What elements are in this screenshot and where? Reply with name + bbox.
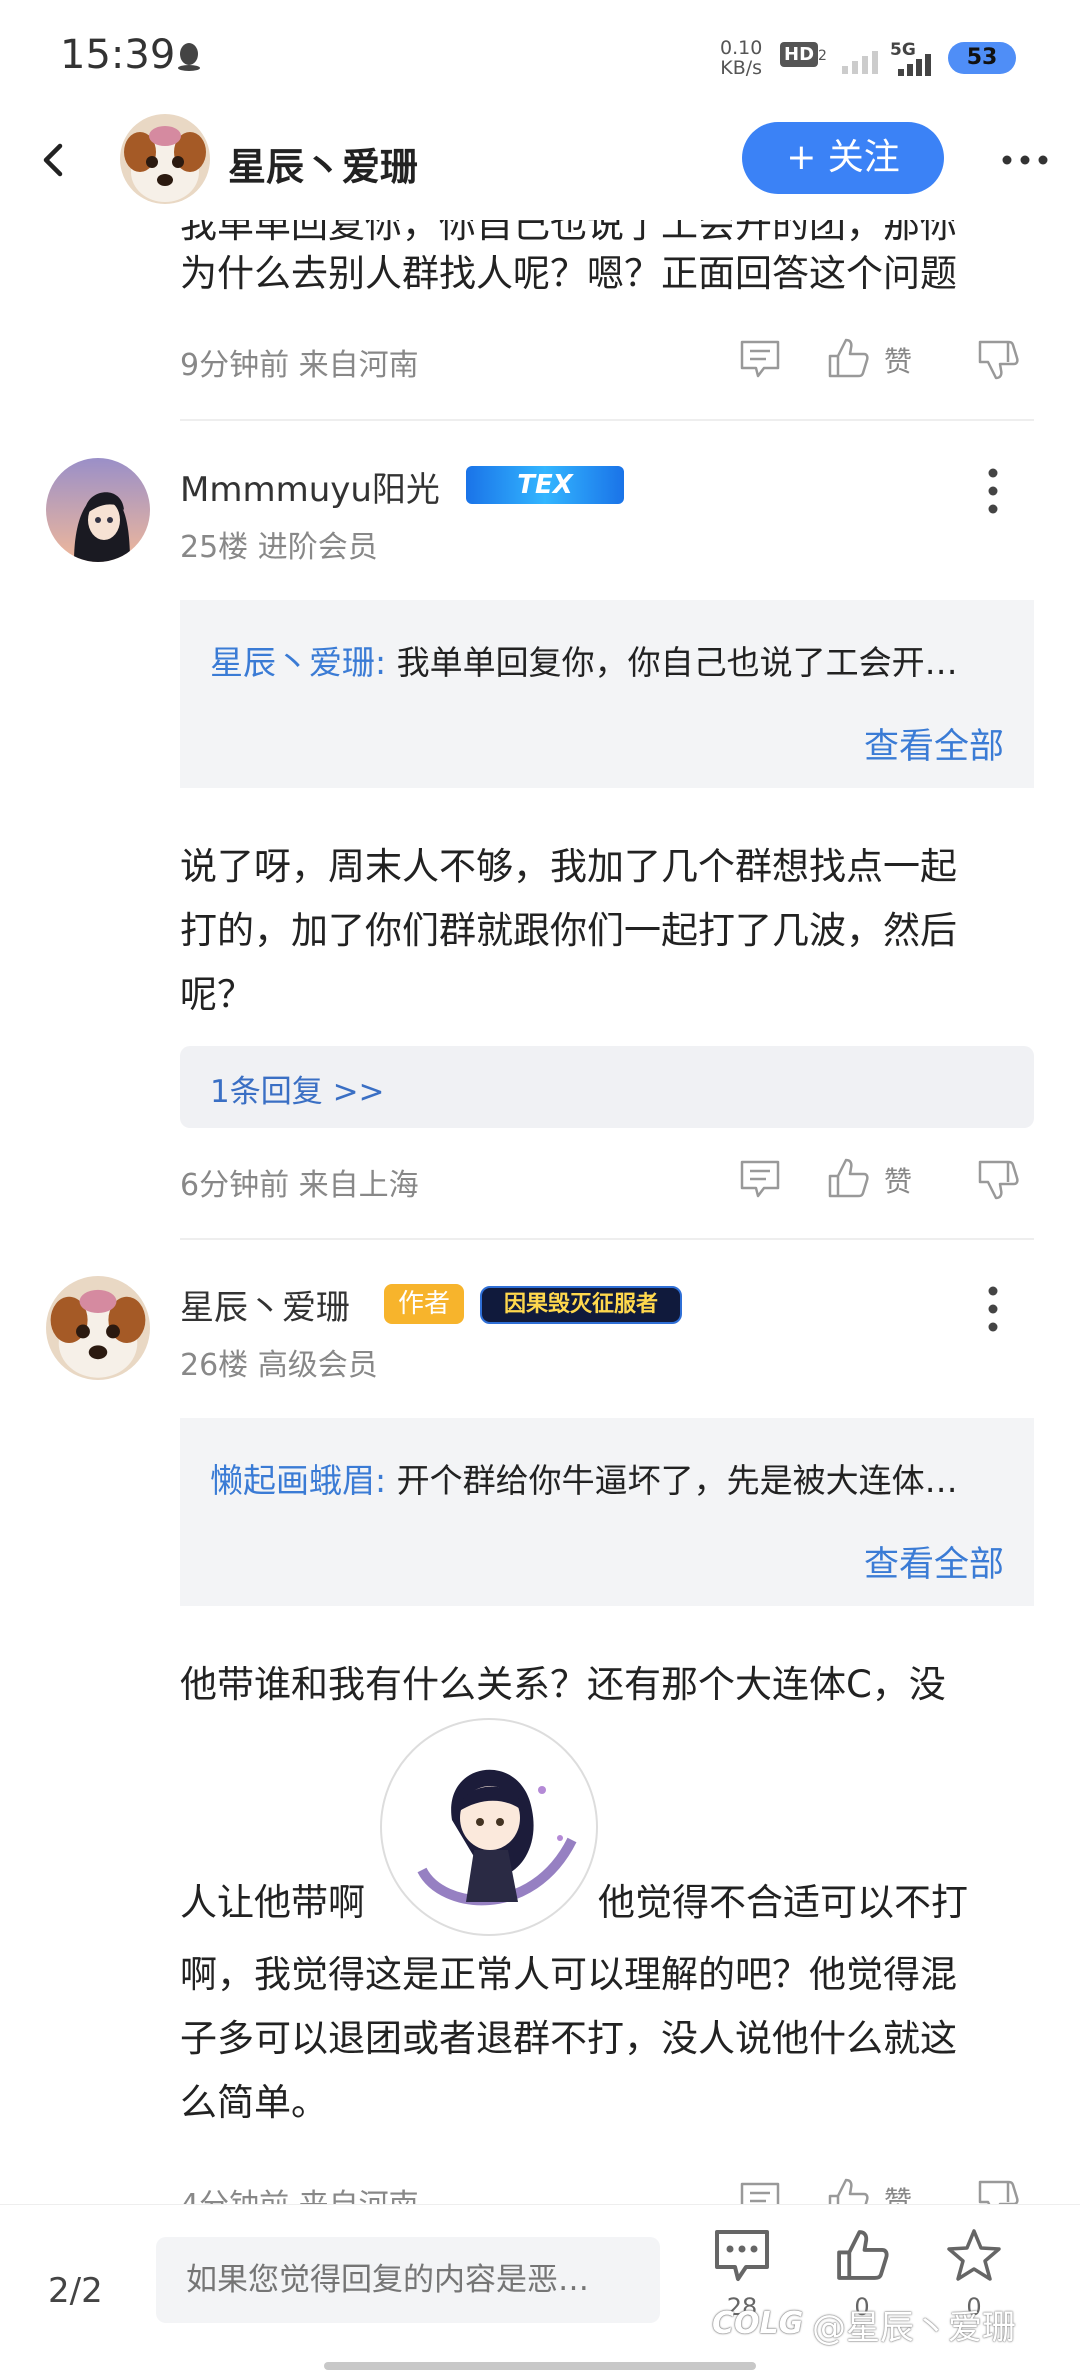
like-icon[interactable]	[826, 336, 870, 380]
comment-divider	[180, 419, 1034, 421]
quoted-reply-box[interactable]: 懒起画蛾眉: 开个群给你牛逼坏了，先是被大连体… 查看全部	[180, 1418, 1034, 1606]
bottom-action-bar: 2/2 28 0 0	[0, 2204, 1080, 2376]
user-level-badge: TEX	[466, 466, 624, 504]
quoted-author[interactable]: 星辰丶爱珊:	[210, 643, 386, 682]
status-bar: 15:39 0.10 KB/s HD 2 5G 53	[0, 0, 1080, 110]
comment-floor-info: 26楼 高级会员	[180, 1348, 378, 1383]
comment-body-line: 么简单。	[180, 2081, 328, 2124]
like-label[interactable]: 赞	[884, 1160, 912, 1200]
page-indicator[interactable]: 2/2	[48, 2271, 103, 2311]
comment-body-line: 人让他带啊	[180, 1881, 365, 1924]
watermark-text: @星辰丶爱珊	[812, 2308, 1016, 2348]
replies-count-link[interactable]: 1条回复 >>	[210, 1066, 385, 1111]
network-speed: 0.10 KB/s	[720, 37, 763, 79]
prev-comment-time: 9分钟前 来自河南	[180, 348, 419, 383]
follow-button[interactable]: + 关注	[742, 122, 944, 194]
watermark-logo: COLG	[712, 2306, 804, 2341]
quoted-reply-box[interactable]: 星辰丶爱珊: 我单单回复你，你自己也说了工会开… 查看全部	[180, 600, 1034, 788]
commenter-username[interactable]: Mmmmuyu阳光	[180, 462, 440, 511]
quoted-content: 我单单回复你，你自己也说了工会开…	[386, 643, 958, 682]
header-bar: 星辰丶爱珊 + 关注	[0, 100, 1080, 220]
more-options-icon[interactable]	[1000, 150, 1050, 170]
hd-voice-icon: HD 2	[780, 42, 827, 67]
comment-body-line: 说了呀，周末人不够，我加了几个群想找点一起	[180, 845, 957, 888]
author-avatar[interactable]	[120, 114, 210, 204]
commenter-username[interactable]: 星辰丶爱珊	[180, 1280, 350, 1329]
comment-more-icon[interactable]	[986, 466, 1000, 516]
quoted-content: 开个群给你牛逼坏了，先是被大连体…	[386, 1461, 958, 1500]
reply-icon[interactable]	[738, 338, 782, 380]
comment-icon	[715, 2230, 769, 2281]
view-all-link[interactable]: 查看全部	[864, 1536, 1004, 1587]
qq-notification-icon	[178, 43, 200, 71]
like-label[interactable]: 赞	[884, 340, 912, 380]
comment-floor-info: 25楼 进阶会员	[180, 530, 378, 565]
page-title: 星辰丶爱珊	[228, 145, 419, 189]
dislike-icon[interactable]	[976, 1158, 1020, 1202]
battery-indicator: 53	[948, 42, 1016, 74]
view-all-link[interactable]: 查看全部	[864, 718, 1004, 769]
comment-body-line: 他带谁和我有什么关系？还有那个大连体C，没	[180, 1663, 946, 1706]
comment-body-line: 子多可以退团或者退群不打，没人说他什么就这	[180, 2017, 957, 2060]
author-tag: 作者	[384, 1284, 464, 1324]
replies-link-box[interactable]: 1条回复 >>	[180, 1046, 1034, 1128]
dislike-icon[interactable]	[976, 338, 1020, 382]
comment-body-line: 他觉得不合适可以不打	[598, 1881, 968, 1924]
quoted-reply-text: 星辰丶爱珊: 我单单回复你，你自己也说了工会开…	[210, 636, 1010, 684]
home-indicator[interactable]	[324, 2362, 756, 2370]
quoted-author[interactable]: 懒起画蛾眉:	[210, 1461, 386, 1500]
user-title-badge: 因果毁灭征服者	[480, 1286, 682, 1324]
comment-input[interactable]	[156, 2237, 660, 2323]
status-time: 15:39	[60, 32, 176, 78]
reply-icon[interactable]	[738, 1158, 782, 1200]
prev-comment-last-line: 为什么去别人群找人呢？嗯？正面回答这个问题	[180, 252, 957, 295]
comment-body-line: 啊，我觉得这是正常人可以理解的吧？他觉得混	[180, 1953, 957, 1996]
signal-icon-sim1	[842, 51, 878, 74]
sticker-image	[380, 1718, 598, 1936]
star-icon	[947, 2229, 1001, 2281]
thumbs-up-icon	[837, 2230, 889, 2280]
quoted-reply-text: 懒起画蛾眉: 开个群给你牛逼坏了，先是被大连体…	[210, 1454, 1010, 1502]
back-arrow-icon[interactable]	[36, 140, 72, 180]
commenter-avatar[interactable]	[46, 458, 150, 562]
comment-divider	[180, 1238, 1034, 1240]
commenter-avatar[interactable]	[46, 1276, 150, 1380]
comment-body-line: 呢？	[180, 973, 254, 1016]
signal-icon-5g: 5G	[890, 40, 940, 76]
comment-more-icon[interactable]	[986, 1284, 1000, 1334]
comment-time: 6分钟前 来自上海	[180, 1168, 419, 1203]
like-icon[interactable]	[826, 1156, 870, 1200]
comment-body-line: 打的，加了你们群就跟你们一起打了几波，然后	[180, 909, 957, 952]
